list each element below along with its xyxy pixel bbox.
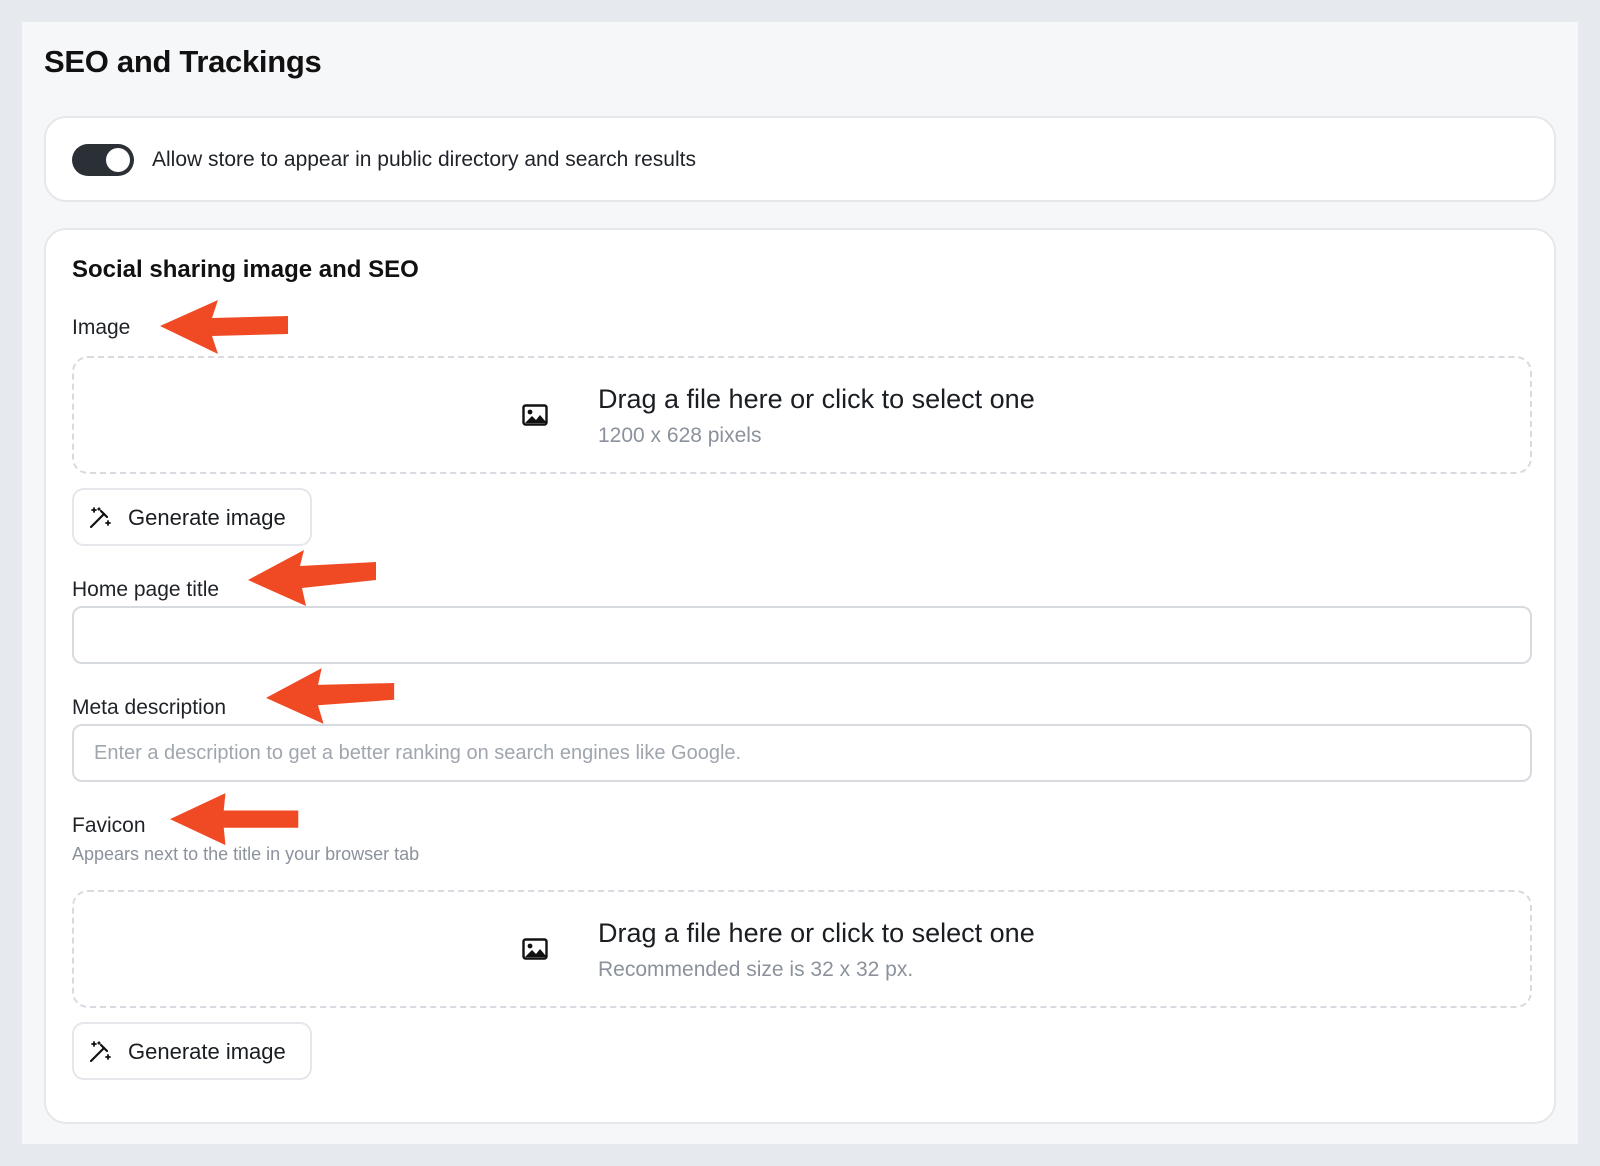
- generate-favicon-button[interactable]: Generate image: [72, 1022, 312, 1080]
- generate-image-label: Generate image: [128, 505, 286, 530]
- meta-description-label: Meta description: [72, 696, 227, 719]
- image-icon: [522, 938, 548, 960]
- page-title: SEO and Trackings: [44, 44, 322, 79]
- image-dropzone-text: Drag a file here or click to select one: [598, 384, 1035, 414]
- favicon-dropzone[interactable]: Drag a file here or click to select one …: [72, 890, 1532, 1008]
- image-dropzone-hint: 1200 x 628 pixels: [598, 424, 762, 447]
- section-title: Social sharing image and SEO: [72, 256, 419, 283]
- image-label: Image: [72, 316, 131, 339]
- favicon-label: Favicon: [72, 814, 146, 837]
- home-title-label: Home page title: [72, 578, 220, 601]
- favicon-help: Appears next to the title in your browse…: [72, 844, 420, 864]
- generate-favicon-label: Generate image: [128, 1039, 286, 1064]
- magic-wand-icon: [89, 507, 111, 529]
- public-directory-toggle[interactable]: [72, 144, 134, 176]
- favicon-dropzone-text: Drag a file here or click to select one: [598, 918, 1035, 948]
- meta-description-input[interactable]: [72, 724, 1532, 782]
- image-icon: [522, 404, 548, 426]
- settings-page: SEO and Trackings Allow store to appear …: [22, 22, 1578, 1144]
- home-title-input[interactable]: [72, 606, 1532, 664]
- toggle-knob: [106, 148, 130, 172]
- generate-image-button[interactable]: Generate image: [72, 488, 312, 546]
- seo-card: Social sharing image and SEO Image Drag …: [44, 228, 1556, 1124]
- visibility-card: Allow store to appear in public director…: [44, 116, 1556, 202]
- magic-wand-icon: [89, 1041, 111, 1063]
- toggle-label: Allow store to appear in public director…: [152, 148, 696, 171]
- image-dropzone[interactable]: Drag a file here or click to select one …: [72, 356, 1532, 474]
- favicon-dropzone-hint: Recommended size is 32 x 32 px.: [598, 958, 914, 981]
